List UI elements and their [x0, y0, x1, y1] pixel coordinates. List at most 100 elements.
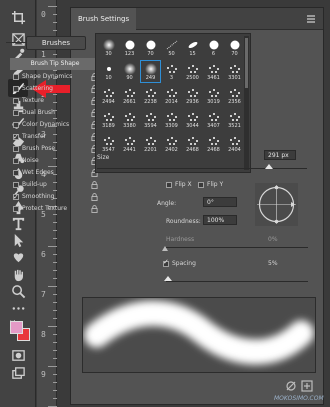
brush-preset[interactable]: 3 [161, 60, 182, 83]
brush-preset[interactable]: 2402 [161, 132, 182, 155]
brush-preset[interactable]: 3301 [224, 60, 245, 83]
option-checkbox[interactable] [13, 206, 19, 212]
zoom-tool-icon[interactable] [8, 282, 28, 300]
option-checkbox[interactable] [13, 86, 19, 92]
new-brush-preset-icon[interactable] [301, 380, 313, 392]
brush-preset[interactable]: 90 [119, 60, 140, 83]
brush-preset[interactable]: 3309 [161, 108, 182, 131]
angle-input[interactable]: 0° [203, 197, 237, 207]
screen-mode-icon[interactable] [8, 364, 28, 382]
spacing-value[interactable]: 5% [268, 260, 278, 267]
path-selection-tool-icon[interactable] [8, 231, 28, 249]
brush-preset[interactable]: 10 [98, 60, 119, 83]
hardness-slider[interactable] [166, 247, 308, 248]
hardness-slider-knob[interactable] [162, 246, 168, 251]
lock-icon[interactable] [91, 193, 98, 201]
size-slider-knob[interactable] [265, 164, 273, 169]
spacing-checkbox[interactable] [163, 258, 169, 267]
flip-y-checkbox[interactable] [198, 181, 204, 188]
brush-preset[interactable]: 2404 [224, 132, 245, 155]
ruler-tick [48, 326, 57, 327]
option-checkbox[interactable] [13, 146, 19, 152]
hand-tool-icon[interactable] [8, 265, 28, 283]
brush-tip-shape-option[interactable]: Brush Tip Shape [10, 58, 100, 70]
panel-menu-icon[interactable] [305, 13, 317, 25]
crop-tool-icon[interactable] [8, 8, 28, 26]
brush-preset[interactable]: 3380 [119, 108, 140, 131]
preset-scrollbar-thumb[interactable] [245, 38, 248, 88]
brush-preset[interactable]: 2201 [140, 132, 161, 155]
brush-preset[interactable]: 70 [224, 36, 245, 59]
brush-preset[interactable]: 50 [161, 36, 182, 59]
brushes-button[interactable]: Brushes [26, 36, 86, 50]
brush-preset[interactable]: 6 [203, 36, 224, 59]
type-tool-icon[interactable] [8, 214, 28, 232]
brush-option-row[interactable]: Smoothing [10, 191, 100, 203]
brush-preset[interactable]: 3521 [224, 108, 245, 131]
hardness-value[interactable]: 0% [268, 236, 278, 243]
brush-preset[interactable]: 2494 [98, 84, 119, 107]
option-checkbox[interactable] [13, 158, 19, 164]
default-colors-icon[interactable] [9, 312, 18, 328]
brush-option-row[interactable]: Dual Brush [10, 107, 100, 119]
brush-preset[interactable]: 3044 [182, 108, 203, 131]
flip-y-option[interactable]: Flip Y [198, 181, 223, 188]
brush-preset[interactable]: 3189 [98, 108, 119, 131]
brush-option-row[interactable]: Noise [10, 155, 100, 167]
brush-preset[interactable]: 30 [98, 36, 119, 59]
foreground-color-swatch[interactable] [10, 321, 23, 334]
brush-preset[interactable]: 2500 [182, 60, 203, 83]
brush-option-row[interactable]: Texture [10, 95, 100, 107]
brush-preset[interactable]: 2238 [140, 84, 161, 107]
brush-preset[interactable]: 70 [140, 36, 161, 59]
custom-shape-tool-icon[interactable] [8, 248, 28, 266]
brush-option-row[interactable]: Brush Pose [10, 143, 100, 155]
brush-preset-size: 2404 [228, 147, 241, 153]
brush-preset[interactable]: 15 [182, 36, 203, 59]
option-checkbox[interactable] [13, 74, 19, 80]
brush-preset[interactable]: 2468 [182, 132, 203, 155]
toggle-brush-preview-icon[interactable] [286, 381, 296, 391]
brush-option-row[interactable]: Build-up [10, 179, 100, 191]
lock-icon[interactable] [91, 181, 98, 189]
angle-roundness-widget-icon[interactable] [255, 183, 298, 226]
option-checkbox[interactable] [13, 110, 19, 116]
flip-x-checkbox[interactable] [166, 181, 172, 188]
brush-preset[interactable]: 3019 [203, 84, 224, 107]
brush-preset[interactable]: 2468 [203, 132, 224, 155]
brush-preset[interactable]: 2661 [119, 84, 140, 107]
flip-x-option[interactable]: Flip X [166, 181, 192, 188]
brush-preset[interactable]: 123 [119, 36, 140, 59]
brush-option-row[interactable]: Color Dynamics [10, 119, 100, 131]
spacing-slider-knob[interactable] [164, 276, 172, 281]
brush-option-row[interactable]: Protect Texture [10, 203, 100, 215]
size-slider[interactable] [97, 168, 307, 169]
option-checkbox[interactable] [13, 98, 19, 104]
brush-preset[interactable]: 3547 [98, 132, 119, 155]
brush-preset[interactable]: 3407 [203, 108, 224, 131]
brush-option-row[interactable]: Wet Edges [10, 167, 100, 179]
option-checkbox[interactable] [13, 170, 19, 176]
brush-option-row[interactable]: Shape Dynamics [10, 71, 100, 83]
brush-preset[interactable]: 2441 [119, 132, 140, 155]
brush-preset[interactable]: 249 [140, 60, 161, 83]
size-input[interactable]: 291 px [264, 150, 296, 160]
spacing-slider[interactable] [166, 281, 308, 282]
brush-preset[interactable]: 3594 [140, 108, 161, 131]
roundness-input[interactable]: 100% [203, 215, 237, 225]
lock-icon[interactable] [91, 205, 98, 213]
option-checkbox[interactable] [13, 122, 19, 128]
option-checkbox[interactable] [13, 182, 19, 188]
brush-preset[interactable]: 2936 [182, 84, 203, 107]
spacing-option[interactable]: Spacing [163, 258, 196, 267]
brush-settings-tab[interactable]: Brush Settings [71, 8, 137, 30]
brush-option-row[interactable]: Transfer [10, 131, 100, 143]
option-checkbox[interactable] [13, 131, 19, 143]
brush-preset[interactable]: 2356 [224, 84, 245, 107]
brush-option-row[interactable]: Scattering [10, 83, 100, 95]
brush-preset[interactable]: 3461 [203, 60, 224, 83]
option-checkbox[interactable] [13, 191, 19, 203]
brush-preset-thumbnail [142, 110, 159, 124]
quick-mask-icon[interactable] [8, 346, 28, 364]
brush-preset[interactable]: 2014 [161, 84, 182, 107]
